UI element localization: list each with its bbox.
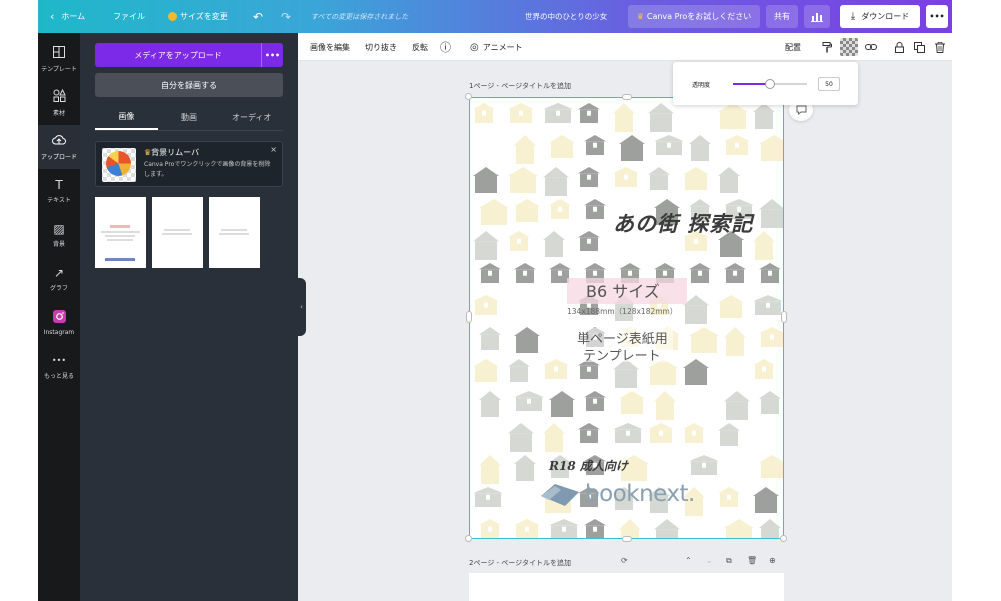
transparency-value-input[interactable]: 50	[818, 77, 840, 91]
cloud-upload-icon	[52, 134, 66, 149]
paint-format-icon[interactable]	[818, 38, 836, 56]
resize-handle-top[interactable]	[622, 94, 632, 100]
duplicate-icon[interactable]	[910, 38, 928, 56]
rail-item-instagram[interactable]: Instagram	[38, 301, 80, 345]
tab-images[interactable]: 画像	[95, 105, 158, 130]
close-icon[interactable]: ×	[270, 145, 277, 154]
slider-handle[interactable]	[765, 79, 775, 89]
resize-handle-left[interactable]	[466, 311, 472, 323]
promo-body: Canva Proでワンクリックで画像の背景を削除します。	[144, 161, 271, 178]
tab-videos[interactable]: 動画	[158, 105, 221, 130]
redo-icon[interactable]: ↷	[281, 0, 291, 33]
chevron-down-icon[interactable]: ⌄	[706, 556, 713, 565]
delete-icon[interactable]	[931, 38, 949, 56]
instagram-icon	[52, 310, 66, 326]
rail-item-uploads[interactable]: アップロード	[38, 125, 80, 169]
transparency-label: 透明度	[692, 82, 711, 89]
rail-item-charts[interactable]: ↗ グラフ	[38, 257, 80, 301]
flip-button[interactable]: 反転	[412, 33, 428, 61]
transparency-slider[interactable]	[733, 79, 807, 89]
crown-icon: ♛	[636, 12, 644, 21]
animate-icon: ◎	[470, 41, 479, 53]
context-toolbar: 画像を編集 切り抜き 反転 ⓘ ◎ アニメート 配置	[298, 33, 952, 61]
top-bar: ‹ ホーム ファイル サイズを変更 ↶ ↷ すべての変更は保存されました 世界の…	[38, 0, 952, 33]
collapse-panel-button[interactable]: ‹	[297, 278, 306, 336]
resize-handle-top-left[interactable]	[465, 93, 472, 100]
uploaded-image-2[interactable]	[152, 197, 203, 268]
uploaded-image-3[interactable]	[209, 197, 260, 268]
side-rail: テンプレート 素材 アップロード T テキスト ▨ 背景 ↗ グラフ Insta…	[38, 33, 80, 601]
text-icon: T	[55, 178, 63, 192]
resize-button[interactable]: サイズを変更	[168, 0, 228, 33]
rail-item-text[interactable]: T テキスト	[38, 169, 80, 213]
home-button[interactable]: ‹ ホーム	[50, 0, 85, 33]
rail-item-elements[interactable]: 素材	[38, 81, 80, 125]
edit-image-button[interactable]: 画像を編集	[310, 33, 350, 61]
resize-handle-bottom[interactable]	[622, 536, 632, 542]
download-button[interactable]: ⤓ ダウンロード	[840, 5, 920, 28]
shapes-icon	[53, 88, 66, 105]
position-button[interactable]: 配置	[785, 33, 801, 61]
resize-handle-bottom-left[interactable]	[465, 535, 472, 542]
page-1-title-label[interactable]: 1ページ - ページタイトルを追加	[469, 81, 571, 91]
lock-icon[interactable]	[890, 38, 908, 56]
chevron-left-icon: ‹	[50, 10, 55, 23]
rail-item-more[interactable]: ••• もっと見る	[38, 345, 80, 389]
animate-button[interactable]: ◎ アニメート	[470, 33, 523, 61]
undo-icon[interactable]: ↶	[253, 0, 263, 33]
file-menu[interactable]: ファイル	[113, 0, 145, 33]
resize-handle-right[interactable]	[781, 311, 787, 323]
crown-icon	[168, 12, 177, 21]
duplicate-page-icon[interactable]: ⧉	[726, 556, 732, 566]
bar-chart-icon[interactable]	[804, 5, 830, 28]
document-title[interactable]: 世界の中のひとりの少女	[525, 0, 607, 33]
save-status: すべての変更は保存されました	[311, 12, 409, 21]
crop-button[interactable]: 切り抜き	[365, 33, 397, 61]
more-dots-icon: •••	[51, 356, 67, 365]
upload-media-button[interactable]: メディアをアップロード •••	[95, 43, 283, 67]
uploads-panel: メディアをアップロード ••• 自分を録画する 画像 動画 オーディオ ♛背景リ…	[80, 33, 298, 601]
rail-item-background[interactable]: ▨ 背景	[38, 213, 80, 257]
design-page-2[interactable]	[469, 573, 784, 601]
resize-handle-bottom-right[interactable]	[780, 535, 787, 542]
uploaded-image-1[interactable]	[95, 197, 146, 268]
beach-ball-image	[106, 151, 131, 176]
delete-page-icon[interactable]: 🗑	[747, 556, 757, 565]
chevron-up-icon[interactable]: ⌃	[685, 556, 692, 565]
tab-audio[interactable]: オーディオ	[220, 105, 283, 130]
transparency-icon[interactable]	[840, 38, 858, 56]
refresh-icon[interactable]: ⟳	[621, 556, 628, 565]
selection-frame	[469, 97, 784, 539]
info-icon[interactable]: ⓘ	[440, 33, 451, 61]
record-yourself-button[interactable]: 自分を録画する	[95, 73, 283, 97]
app-window: ‹ ホーム ファイル サイズを変更 ↶ ↷ すべての変更は保存されました 世界の…	[38, 0, 952, 601]
rail-item-templates[interactable]: テンプレート	[38, 37, 80, 81]
download-icon: ⤓	[850, 11, 856, 22]
background-remover-promo[interactable]: ♛背景リムーバ Canva Proでワンクリックで画像の背景を削除します。 ×	[95, 141, 283, 187]
media-tabs: 画像 動画 オーディオ	[95, 105, 283, 131]
promo-thumbnail	[102, 148, 136, 182]
upload-options-button[interactable]: •••	[261, 43, 283, 67]
link-icon[interactable]	[862, 38, 880, 56]
try-pro-button[interactable]: ♛ Canva Proをお試しください	[628, 5, 760, 28]
background-pattern-icon: ▨	[53, 222, 65, 236]
transparency-popup: 透明度 50	[673, 62, 858, 105]
line-chart-icon: ↗	[53, 266, 65, 280]
add-page-icon[interactable]: ⊕	[769, 556, 776, 565]
promo-title: 背景リムーバ	[151, 148, 200, 157]
template-icon	[53, 45, 65, 61]
page-2-title-label[interactable]: 2ページ - ページタイトルを追加	[469, 558, 571, 568]
share-button[interactable]: 共有	[766, 5, 798, 28]
more-menu-button[interactable]: •••	[926, 5, 948, 28]
